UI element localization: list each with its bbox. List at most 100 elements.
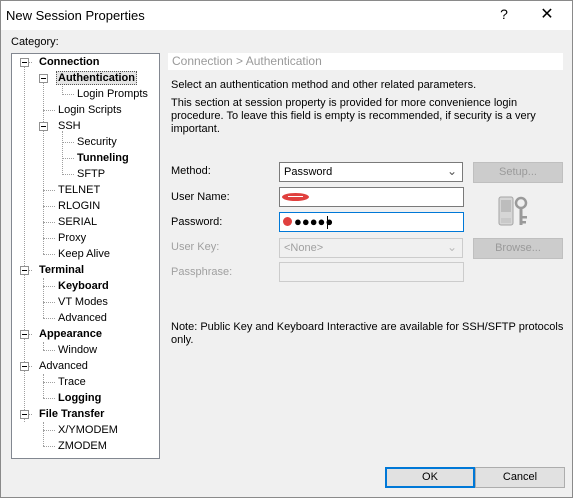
method-value: Password (284, 166, 333, 178)
tree-item-label: TELNET (58, 184, 101, 196)
tree-item-label: RLOGIN (58, 200, 101, 212)
tree-item-label: SFTP (77, 168, 106, 180)
tree-line (43, 446, 55, 447)
user-key-icon (498, 196, 528, 226)
collapse-icon[interactable] (20, 58, 29, 67)
text-caret (327, 216, 328, 229)
tree-line (62, 94, 74, 95)
tree-line (43, 430, 55, 431)
tree-line (43, 318, 55, 319)
category-tree[interactable]: Connection Authentication Login Prompts … (11, 53, 160, 459)
section-header: Connection > Authentication (168, 53, 563, 70)
tree-item-appearance[interactable]: Appearance (37, 327, 104, 341)
description-detail: This section at session property is prov… (171, 97, 536, 135)
tree-item-label: Connection (39, 56, 100, 68)
tree-item-label: SSH (58, 120, 81, 132)
userkey-value: <None> (284, 242, 324, 254)
tree-item-login-scripts[interactable]: Login Scripts (56, 103, 124, 117)
tree-item-sftp[interactable]: SFTP (75, 167, 107, 181)
ok-button[interactable]: OK (385, 467, 475, 488)
tree-item-vt-modes[interactable]: VT Modes (56, 295, 110, 309)
window-title: New Session Properties (6, 8, 145, 23)
tree-item-label: Proxy (58, 232, 87, 244)
collapse-icon[interactable] (20, 266, 29, 275)
tree-line (43, 206, 55, 207)
tree-item-window[interactable]: Window (56, 343, 99, 357)
password-label: Password: (171, 216, 223, 228)
tree-item-file-transfer[interactable]: File Transfer (37, 407, 106, 421)
tree-item-authentication[interactable]: Authentication (56, 71, 137, 85)
tree-line (43, 286, 55, 287)
tree-item-serial[interactable]: SERIAL (56, 215, 99, 229)
tree-item-label: ZMODEM (58, 440, 107, 452)
tree-line (43, 110, 55, 111)
tree-item-label: File Transfer (39, 408, 105, 420)
tree-line (43, 350, 55, 351)
username-input[interactable] (279, 187, 464, 207)
tree-item-keyboard[interactable]: Keyboard (56, 279, 111, 293)
tree-line (43, 238, 55, 239)
password-input[interactable]: ●●●●● (279, 212, 464, 232)
tree-item-label: SERIAL (58, 216, 98, 228)
tree-item-proxy[interactable]: Proxy (56, 231, 88, 245)
collapse-icon[interactable] (20, 330, 29, 339)
tree-line (43, 342, 44, 350)
tree-item-label: Login Prompts (77, 88, 148, 100)
redaction-mark (283, 217, 292, 226)
tree-item-logging[interactable]: Logging (56, 391, 103, 405)
tree-item-label: Appearance (39, 328, 102, 340)
note-text: Note: Public Key and Keyboard Interactiv… (171, 321, 564, 346)
tree-line (62, 174, 74, 175)
tree-item-tunneling[interactable]: Tunneling (75, 151, 131, 165)
tree-item-label: Security (77, 136, 117, 148)
tree-item-label: X/YMODEM (58, 424, 118, 436)
tree-line (43, 302, 55, 303)
tree-line (62, 142, 74, 143)
browse-button[interactable]: Browse... (473, 238, 563, 259)
username-label: User Name: (171, 191, 230, 203)
method-select[interactable]: Password ⌄ (279, 162, 463, 182)
tree-item-trace[interactable]: Trace (56, 375, 88, 389)
tree-item-login-prompts[interactable]: Login Prompts (75, 87, 150, 101)
chevron-down-icon: ⌄ (446, 164, 457, 178)
tree-item-keep-alive[interactable]: Keep Alive (56, 247, 112, 261)
method-label: Method: (171, 165, 211, 177)
tree-item-label: Terminal (39, 264, 85, 276)
tree-item-terminal-advanced[interactable]: Advanced (56, 311, 109, 325)
tree-line (62, 158, 74, 159)
tree-line (43, 254, 55, 255)
passphrase-input[interactable] (279, 262, 464, 282)
tree-item-advanced[interactable]: Advanced (37, 359, 90, 373)
tree-item-terminal[interactable]: Terminal (37, 263, 86, 277)
cancel-button[interactable]: Cancel (475, 467, 565, 488)
collapse-icon[interactable] (20, 410, 29, 419)
tree-item-zmodem[interactable]: ZMODEM (56, 439, 109, 453)
tree-item-ssh[interactable]: SSH (56, 119, 83, 133)
setup-button[interactable]: Setup... (473, 162, 563, 183)
help-button[interactable]: ? (496, 6, 512, 22)
close-button[interactable]: ✕ (537, 4, 557, 24)
tree-line (43, 398, 55, 399)
tree-item-connection[interactable]: Connection (37, 55, 102, 69)
tree-line (43, 422, 44, 446)
userkey-label: User Key: (171, 241, 220, 253)
collapse-icon[interactable] (39, 74, 48, 83)
description-text: Select an authentication method and othe… (171, 79, 477, 91)
tree-item-telnet[interactable]: TELNET (56, 183, 102, 197)
tree-item-security[interactable]: Security (75, 135, 119, 149)
tree-line (43, 190, 55, 191)
collapse-icon[interactable] (20, 362, 29, 371)
tree-item-rlogin[interactable]: RLOGIN (56, 199, 102, 213)
tree-line (43, 278, 44, 318)
tree-item-label: Logging (58, 392, 102, 404)
collapse-icon[interactable] (39, 122, 48, 131)
title-bar: New Session Properties ? ✕ (1, 1, 572, 30)
tree-line (43, 222, 55, 223)
tree-item-xymodem[interactable]: X/YMODEM (56, 423, 120, 437)
tree-item-label: Authentication (56, 71, 137, 85)
userkey-select[interactable]: <None> ⌄ (279, 238, 463, 258)
redaction-mark (282, 193, 309, 201)
tree-line (43, 382, 55, 383)
passphrase-label: Passphrase: (171, 266, 233, 278)
tree-item-label: Advanced (58, 312, 107, 324)
